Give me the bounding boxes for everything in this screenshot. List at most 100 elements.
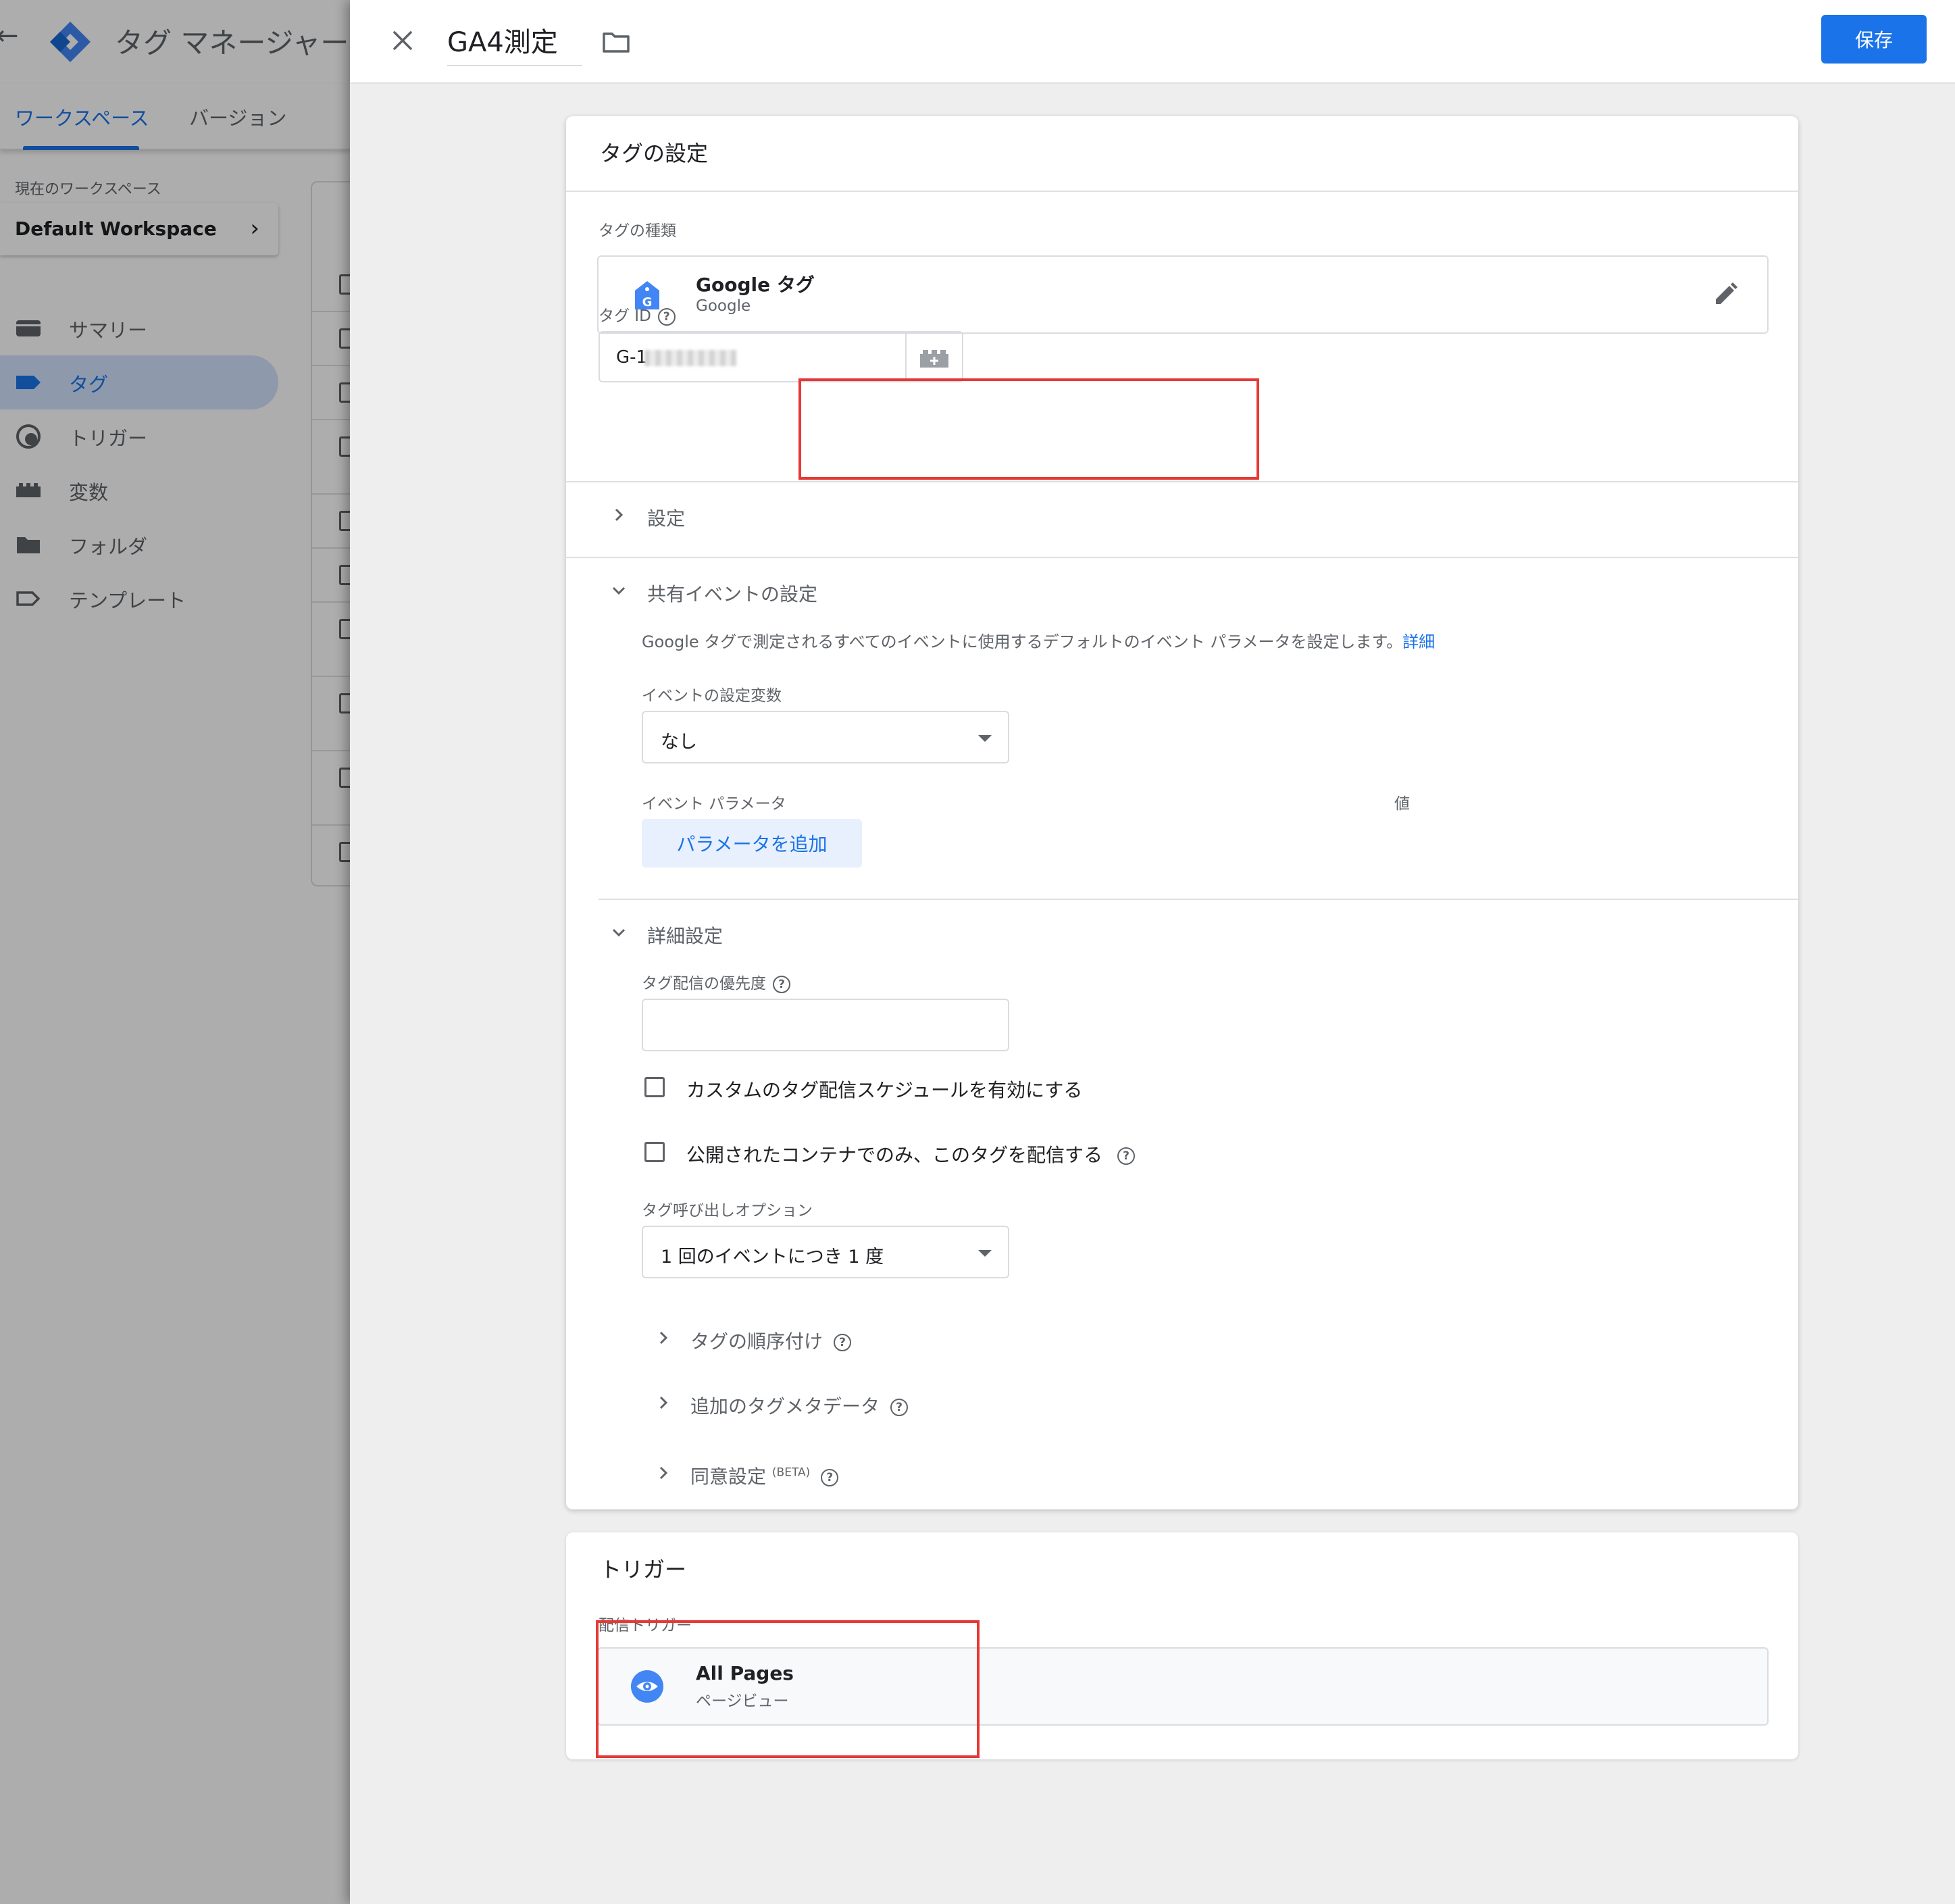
help-icon[interactable]: ? bbox=[657, 307, 676, 326]
add-parameter-button[interactable]: パラメータを追加 bbox=[642, 819, 862, 868]
overlay-scrim bbox=[0, 0, 350, 1904]
sidebar-item-label: 変数 bbox=[69, 481, 109, 504]
redacted-tag-id bbox=[644, 350, 736, 366]
sub-section-label: 追加のタグメタデータ? bbox=[690, 1392, 909, 1419]
divider bbox=[566, 481, 1798, 482]
sidebar-item-templates[interactable]: テンプレート bbox=[0, 572, 350, 626]
sidebar-item-folders[interactable]: フォルダ bbox=[0, 518, 350, 572]
event-settings-variable-select[interactable]: なし bbox=[642, 711, 1009, 763]
row-checkbox[interactable] bbox=[339, 565, 350, 585]
active-tab-indicator bbox=[23, 146, 139, 150]
event-settings-variable-label: イベントの設定変数 bbox=[642, 687, 782, 705]
sidebar-item-summary[interactable]: サマリー bbox=[0, 301, 350, 355]
sidebar-item-label: フォルダ bbox=[69, 535, 148, 558]
help-icon[interactable]: ? bbox=[890, 1399, 909, 1416]
additional-tag-metadata-toggle[interactable]: 追加のタグメタデータ? bbox=[566, 1384, 1798, 1424]
chevron-right-icon bbox=[659, 1466, 668, 1480]
tag-sequencing-toggle[interactable]: タグの順序付け? bbox=[566, 1319, 1798, 1359]
tab-workspace[interactable]: ワークスペース bbox=[15, 103, 149, 131]
workspace-selector[interactable]: Default Workspace › bbox=[0, 203, 278, 255]
tag-id-input[interactable]: G-1 bbox=[599, 331, 907, 382]
row-checkbox[interactable] bbox=[339, 842, 350, 862]
tag-firing-options-label: タグ呼び出しオプション bbox=[642, 1202, 813, 1220]
settings-section-toggle[interactable]: 設定 bbox=[566, 496, 1798, 536]
section-label: 詳細設定 bbox=[647, 925, 723, 947]
save-button[interactable]: 保存 bbox=[1821, 15, 1927, 64]
variable-brick-icon bbox=[920, 350, 948, 368]
row-divider bbox=[312, 419, 350, 420]
value-column-label: 値 bbox=[1394, 795, 1410, 813]
sidebar-item-triggers[interactable]: トリガー bbox=[0, 409, 350, 464]
sidebar: ← タグ マネージャー ワークスペース バージョン 現在のワークスペース Def… bbox=[0, 0, 350, 1904]
close-icon[interactable] bbox=[382, 20, 423, 61]
select-all-checkbox[interactable] bbox=[339, 274, 350, 295]
tag-name-field[interactable]: GA4測定 bbox=[447, 20, 582, 66]
row-divider bbox=[312, 311, 350, 312]
shared-event-section-toggle[interactable]: 共有イベントの設定 bbox=[566, 572, 1798, 612]
row-checkbox[interactable] bbox=[339, 511, 350, 531]
checkbox-label: 公開されたコンテナでのみ、このタグを配信する? bbox=[686, 1141, 1136, 1168]
row-divider bbox=[312, 750, 350, 751]
tag-type-selector[interactable]: G Google タグ Google bbox=[597, 255, 1769, 334]
template-icon bbox=[16, 591, 41, 606]
chevron-right-icon: › bbox=[250, 215, 259, 242]
event-parameters-label: イベント パラメータ bbox=[642, 795, 786, 813]
chevron-right-icon bbox=[659, 1396, 668, 1409]
insert-variable-button[interactable] bbox=[907, 331, 963, 382]
highlight-box-trigger bbox=[596, 1620, 980, 1758]
folder-icon[interactable] bbox=[600, 26, 632, 58]
row-checkbox[interactable] bbox=[339, 693, 350, 713]
tag-firing-priority-input[interactable] bbox=[642, 999, 1009, 1051]
variables-icon bbox=[16, 483, 41, 497]
sidebar-topbar: ← タグ マネージャー bbox=[0, 0, 350, 84]
card-title: タグの設定 bbox=[600, 141, 709, 166]
tag-icon bbox=[16, 376, 41, 389]
shared-event-description: Google タグで測定されるすべてのイベントに使用するデフォルトのイベント パ… bbox=[642, 632, 1436, 651]
details-link[interactable]: 詳細 bbox=[1402, 632, 1435, 651]
trigger-icon bbox=[16, 424, 41, 449]
tag-firing-options-select[interactable]: 1 回のイベントにつき 1 度 bbox=[642, 1226, 1009, 1278]
dropdown-arrow-icon bbox=[978, 735, 992, 742]
edit-pencil-icon[interactable] bbox=[1712, 281, 1739, 308]
row-checkbox[interactable] bbox=[339, 768, 350, 788]
sidebar-item-tags[interactable]: タグ bbox=[0, 355, 278, 409]
tag-manager-logo-icon bbox=[50, 22, 91, 62]
tag-firing-priority-label: タグ配信の優先度? bbox=[642, 970, 790, 993]
app-title: タグ マネージャー bbox=[115, 26, 349, 59]
tab-versions[interactable]: バージョン bbox=[189, 103, 286, 131]
sidebar-item-label: テンプレート bbox=[69, 589, 186, 612]
row-checkbox[interactable] bbox=[339, 436, 350, 457]
advanced-settings-section-toggle[interactable]: 詳細設定 bbox=[566, 913, 1798, 954]
workspace-tabs: ワークスペース バージョン bbox=[0, 84, 350, 150]
help-icon[interactable]: ? bbox=[821, 1469, 839, 1486]
triggering-card: トリガー 配信トリガー All Pages ページビュー bbox=[566, 1532, 1798, 1759]
summary-icon bbox=[16, 320, 41, 336]
row-checkbox[interactable] bbox=[339, 382, 350, 403]
row-divider bbox=[312, 676, 350, 677]
help-icon[interactable]: ? bbox=[834, 1334, 852, 1351]
tag-type-vendor: Google bbox=[696, 297, 751, 315]
chevron-right-icon bbox=[659, 1331, 668, 1345]
help-icon[interactable]: ? bbox=[1117, 1147, 1136, 1165]
folder-icon bbox=[17, 537, 40, 553]
sidebar-item-variables[interactable]: 変数 bbox=[0, 464, 350, 518]
tag-configuration-card: タグの設定 タグの種類 G Google タグ Google タグ ID? G-… bbox=[566, 116, 1798, 1509]
sub-section-label: 同意設定 (BETA)? bbox=[690, 1462, 839, 1489]
help-icon[interactable]: ? bbox=[773, 975, 790, 993]
back-arrow-icon[interactable]: ← bbox=[0, 20, 19, 51]
row-checkbox[interactable] bbox=[339, 328, 350, 349]
highlight-box-tag-id bbox=[798, 378, 1259, 480]
chevron-down-icon bbox=[612, 928, 626, 937]
consent-settings-toggle[interactable]: 同意設定 (BETA)? bbox=[566, 1454, 1798, 1495]
row-checkbox[interactable] bbox=[339, 619, 350, 639]
sidebar-item-label: タグ bbox=[69, 373, 109, 396]
checkbox-label: カスタムのタグ配信スケジュールを有効にする bbox=[686, 1079, 1083, 1101]
row-divider bbox=[312, 601, 350, 603]
row-divider bbox=[312, 493, 350, 495]
custom-schedule-checkbox[interactable] bbox=[644, 1077, 665, 1097]
tag-id-label: タグ ID? bbox=[599, 303, 676, 326]
row-divider bbox=[312, 824, 350, 826]
section-label: 共有イベントの設定 bbox=[647, 583, 818, 605]
divider bbox=[566, 557, 1798, 558]
published-only-checkbox[interactable] bbox=[644, 1142, 665, 1162]
